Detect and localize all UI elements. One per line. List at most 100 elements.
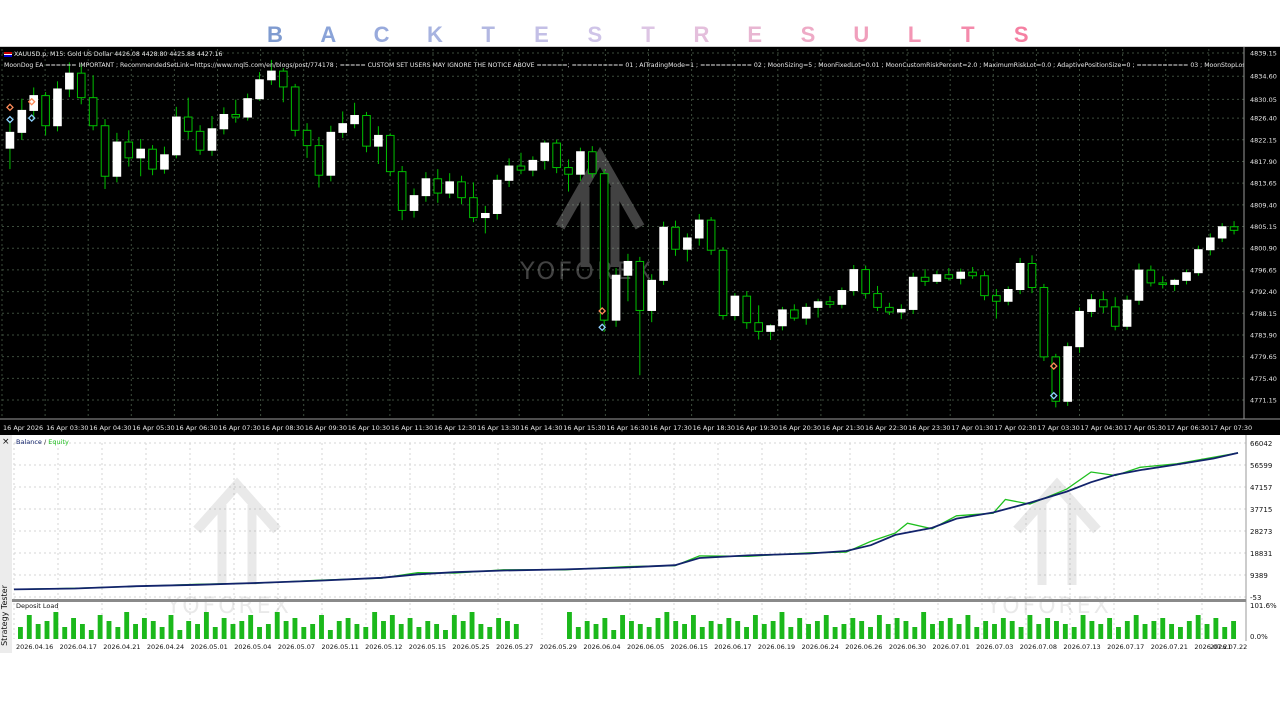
time-label: 17 Apr 04:30 (1081, 424, 1123, 432)
candle-body-bull (908, 276, 918, 310)
deposit-bar (744, 627, 749, 639)
candle (980, 271, 989, 301)
candle (1122, 295, 1132, 330)
candle-body-bear (1229, 226, 1239, 231)
date-label: 2026.05.12 (365, 643, 402, 651)
candle-body-bear (885, 306, 894, 313)
candle (659, 221, 668, 285)
candle-body-bear (1039, 286, 1049, 358)
candle (611, 268, 621, 327)
deposit-bar (53, 612, 59, 639)
candle-body-bull (694, 219, 704, 239)
candle (362, 111, 371, 153)
candle (1110, 297, 1120, 331)
deposit-bar (398, 624, 404, 639)
candle (433, 169, 443, 203)
deposit-bar (230, 624, 236, 639)
time-label: 17 Apr 05:30 (1124, 424, 1166, 432)
deposit-bar (79, 624, 85, 639)
time-label: 16 Apr 18:30 (693, 424, 735, 432)
balance-axis-label: 37715 (1250, 506, 1272, 514)
candle (1003, 286, 1013, 306)
deposit-bar (345, 618, 351, 639)
candle-body-bear (148, 148, 157, 170)
balance-equity-graph[interactable]: 66042 56599 47157 37715 28273 18831 9389 -53 YOF… (12, 435, 1280, 653)
banner-letter: R (693, 22, 710, 47)
candle (88, 75, 98, 131)
date-label: 2026.06.05 (627, 643, 664, 651)
candle (635, 256, 645, 376)
candle (1170, 278, 1179, 292)
deposit-bar (708, 621, 714, 639)
deposit-bar (150, 621, 156, 639)
balance-axis-label: 47157 (1250, 484, 1272, 492)
deposit-bar (505, 621, 510, 639)
candle (742, 291, 752, 329)
tester-tab-label[interactable]: Strategy Tester (0, 585, 9, 646)
candle (1134, 263, 1144, 305)
candle-body-bull (207, 128, 217, 151)
candle-body-bear (1027, 262, 1037, 288)
time-label: 17 Apr 02:30 (994, 424, 1036, 432)
deposit-bar (584, 621, 590, 639)
candle (778, 306, 787, 331)
deposit-bar (1089, 621, 1095, 639)
deposit-bar (567, 612, 572, 639)
balance-axis-label: 9389 (1250, 572, 1268, 580)
candle-body-bull (801, 306, 811, 319)
candle (754, 305, 763, 340)
candle (540, 140, 550, 170)
deposit-bar (620, 615, 626, 639)
deposit-bar (1036, 624, 1042, 639)
price-label: 4788.15 (1250, 310, 1277, 318)
deposit-bar (673, 621, 679, 639)
candle-body-bull (956, 271, 966, 279)
deposit-bar (496, 618, 502, 639)
candle (706, 217, 716, 255)
banner-letter: A (320, 22, 337, 47)
candle (564, 159, 573, 192)
deposit-bar (832, 627, 838, 639)
deposit-bar (327, 630, 333, 639)
deposit-bar (1045, 618, 1051, 639)
deposit-bar (930, 624, 935, 639)
deposit-bar (1062, 624, 1068, 639)
deposit-bar (690, 615, 696, 639)
candle (694, 213, 704, 246)
ea-parameters-line: MoonDog EA ====== IMPORTANT ; Recommende… (4, 62, 1244, 69)
date-label: 2026.07.03 (976, 643, 1013, 651)
deposit-bar (106, 621, 112, 639)
deposit-bar (97, 615, 103, 639)
candle-body-bull (172, 116, 181, 156)
candle-body-bull (1170, 279, 1179, 285)
candle (683, 233, 692, 262)
close-icon[interactable]: × (2, 437, 10, 447)
candle-body-bear (302, 129, 312, 147)
candle-body-bull (837, 290, 847, 305)
candle-body-bull (896, 308, 906, 313)
candle (790, 304, 799, 321)
deposit-bar (1213, 618, 1219, 639)
candle-body-bull (53, 88, 62, 127)
candle-body-bear (76, 72, 86, 99)
date-label: 2026.06.17 (714, 643, 751, 651)
balance-axis-label: -53 (1250, 594, 1261, 602)
date-label: 2026.05.01 (191, 643, 228, 651)
deposit-bar (292, 618, 298, 639)
candle-body-bull (1015, 262, 1025, 291)
deposit-bar (195, 624, 200, 639)
candle (481, 205, 490, 234)
deposit-bar (478, 624, 484, 639)
candle-body-bull (1075, 310, 1084, 348)
banner-letter: K (426, 22, 443, 47)
candle (552, 139, 561, 174)
candle (1027, 255, 1037, 294)
candle-body-bull (160, 154, 169, 170)
deposit-bar (637, 624, 643, 639)
candle-body-bear (457, 181, 466, 199)
candle (41, 92, 50, 136)
candle (825, 296, 835, 308)
candle (730, 293, 740, 321)
candle (1039, 283, 1049, 361)
price-chart[interactable]: 16 Apr 2026 16 Apr 03:30 16 Apr 04:30 16 Ap… (0, 47, 1280, 435)
